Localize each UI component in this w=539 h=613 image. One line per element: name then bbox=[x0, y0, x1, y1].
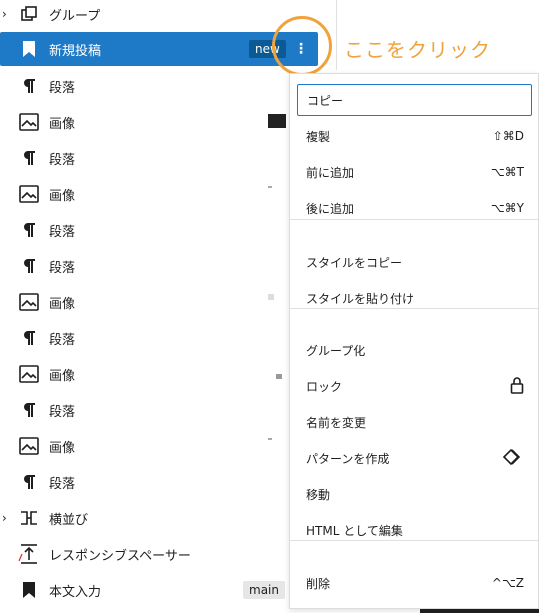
list-item-label: 画像 bbox=[49, 116, 76, 132]
list-item[interactable]: 段落 bbox=[0, 212, 330, 248]
paragraph-icon bbox=[18, 147, 40, 169]
paragraph-icon bbox=[18, 327, 40, 349]
image-thumbnail bbox=[276, 374, 282, 379]
image-icon bbox=[18, 291, 40, 313]
list-item[interactable]: 段落 bbox=[0, 464, 330, 500]
menu-item[interactable]: HTML として編集 bbox=[306, 514, 528, 546]
menu-item-label: 名前を変更 bbox=[306, 415, 367, 430]
pattern-icon bbox=[502, 448, 524, 468]
image-thumbnail bbox=[268, 186, 272, 188]
list-item[interactable]: 画像 bbox=[0, 176, 330, 212]
list-item[interactable]: 段落 bbox=[0, 68, 330, 104]
menu-item[interactable]: パターンを作成 bbox=[306, 442, 528, 474]
image-icon bbox=[18, 111, 40, 133]
chevron-right-icon[interactable]: › bbox=[2, 7, 12, 21]
paragraph-icon bbox=[18, 219, 40, 241]
list-item-label: 段落 bbox=[49, 224, 76, 240]
menu-item[interactable]: 前に追加 ⌥⌘T bbox=[306, 156, 528, 188]
list-item-label: 段落 bbox=[49, 80, 76, 96]
paragraph-icon bbox=[18, 75, 40, 97]
list-item-label: 新規投稿 bbox=[49, 43, 102, 59]
list-item[interactable]: › 横並び bbox=[0, 500, 330, 536]
menu-item-label: スタイルをコピー bbox=[306, 255, 403, 270]
menu-item[interactable]: 削除 ^⌥Z bbox=[306, 567, 528, 599]
paragraph-icon bbox=[18, 255, 40, 277]
menu-item-label: 前に追加 bbox=[306, 165, 355, 180]
bookmark-icon bbox=[18, 579, 40, 601]
chevron-right-icon[interactable]: › bbox=[2, 511, 12, 525]
list-item-label: 段落 bbox=[49, 476, 76, 492]
list-item[interactable]: 画像 bbox=[0, 284, 330, 320]
menu-item-label: 複製 bbox=[306, 129, 331, 144]
menu-item[interactable]: スタイルを貼り付け bbox=[306, 282, 528, 314]
bottom-bar bbox=[420, 609, 539, 613]
list-item-label: 段落 bbox=[49, 332, 76, 348]
list-item[interactable]: 本文入力 main bbox=[0, 572, 330, 608]
menu-item[interactable]: コピー bbox=[297, 84, 532, 116]
menu-item-label: 後に追加 bbox=[306, 201, 355, 216]
image-icon bbox=[18, 435, 40, 457]
list-item[interactable]: 段落 bbox=[0, 248, 330, 284]
list-item-label: レスポンシブスペーサー bbox=[49, 548, 191, 564]
list-item-label: 画像 bbox=[49, 188, 76, 204]
list-item-label: 横並び bbox=[49, 512, 89, 528]
list-item-label: 画像 bbox=[49, 440, 76, 456]
list-item-label: 段落 bbox=[49, 152, 76, 168]
list-item[interactable]: 段落 bbox=[0, 320, 330, 356]
menu-item[interactable]: ロック bbox=[306, 370, 528, 402]
main-badge: main bbox=[243, 581, 285, 599]
image-thumbnail bbox=[268, 114, 286, 128]
menu-item[interactable]: 名前を変更 bbox=[306, 406, 528, 438]
image-thumbnail bbox=[268, 438, 272, 440]
highlight-circle bbox=[272, 16, 332, 76]
list-item[interactable]: 段落 bbox=[0, 392, 330, 428]
paragraph-icon bbox=[18, 471, 40, 493]
menu-item[interactable]: スタイルをコピー bbox=[306, 246, 528, 278]
menu-item-label: HTML として編集 bbox=[306, 523, 403, 538]
group-icon bbox=[18, 3, 40, 25]
menu-item-label: ロック bbox=[306, 379, 343, 394]
menu-item-label: スタイルを貼り付け bbox=[306, 291, 415, 306]
list-item-label: 本文入力 bbox=[49, 584, 102, 600]
menu-item[interactable]: 後に追加 ⌥⌘Y bbox=[306, 192, 528, 224]
editor-divider bbox=[336, 0, 337, 70]
menu-item[interactable]: 移動 bbox=[306, 478, 528, 510]
list-item-label: 画像 bbox=[49, 368, 76, 384]
columns-icon bbox=[18, 507, 40, 529]
list-item-label: 画像 bbox=[49, 296, 76, 312]
menu-item-label: 移動 bbox=[306, 487, 331, 502]
image-icon bbox=[18, 363, 40, 385]
shortcut-text: ⇧⌘D bbox=[492, 129, 524, 143]
list-item-new-post[interactable]: 新規投稿 new ⋮ bbox=[0, 32, 318, 66]
menu-item-label: 削除 bbox=[306, 576, 331, 591]
menu-item-label: パターンを作成 bbox=[306, 451, 390, 466]
list-item[interactable]: レスポンシブスペーサー bbox=[0, 536, 330, 572]
block-options-menu: コピー複製 ⇧⌘D 前に追加 ⌥⌘T 後に追加 ⌥⌘Y スタイルをコピー スタイルを貼り付けグ… bbox=[289, 73, 539, 609]
paragraph-icon bbox=[18, 399, 40, 421]
lock-icon bbox=[510, 376, 524, 397]
menu-item-label: コピー bbox=[307, 93, 344, 108]
image-icon bbox=[18, 183, 40, 205]
menu-item[interactable]: 複製 ⇧⌘D bbox=[306, 120, 528, 152]
spacer-icon bbox=[18, 543, 40, 565]
callout-text: ここをクリック bbox=[344, 38, 491, 62]
list-item[interactable]: 画像 bbox=[0, 428, 330, 464]
list-item-label: グループ bbox=[49, 8, 101, 24]
shortcut-text: ⌥⌘T bbox=[490, 165, 524, 179]
menu-item[interactable]: グループ化 bbox=[306, 334, 528, 366]
menu-item-label: グループ化 bbox=[306, 343, 366, 358]
shortcut-text: ^⌥Z bbox=[491, 576, 524, 590]
shortcut-text: ⌥⌘Y bbox=[490, 201, 524, 215]
list-item[interactable]: 段落 bbox=[0, 140, 330, 176]
image-thumbnail bbox=[268, 294, 274, 300]
bookmark-icon bbox=[18, 38, 40, 60]
list-item-label: 段落 bbox=[49, 404, 76, 420]
list-item-label: 段落 bbox=[49, 260, 76, 276]
